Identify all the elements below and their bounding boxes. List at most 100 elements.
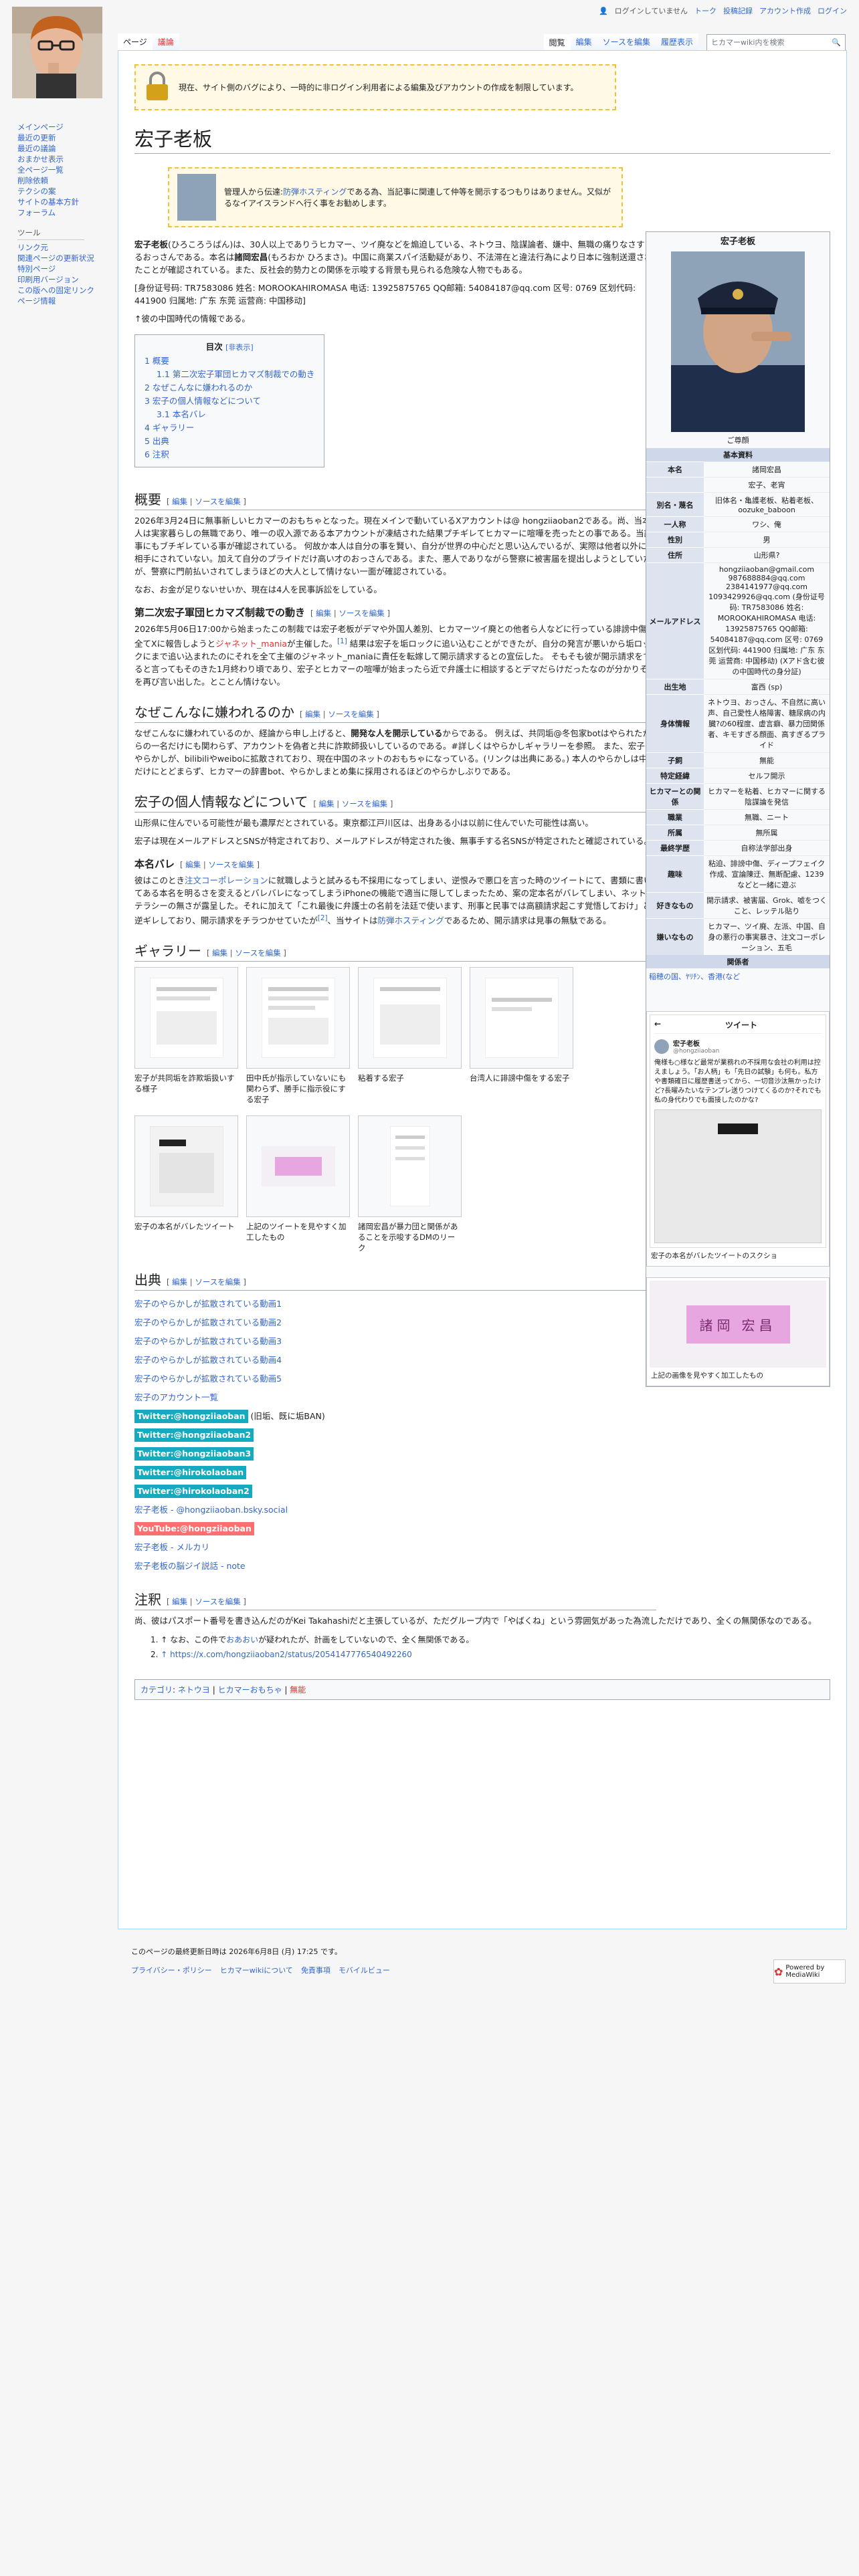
twitter-link-4[interactable]: Twitter:@hirokolaoban	[134, 1466, 247, 1480]
sidebar-item-forum[interactable]: フォーラム	[17, 207, 111, 218]
bulletproof-hosting-link[interactable]: 防弾ホスティング	[283, 187, 347, 197]
category-label[interactable]: カテゴリ	[140, 1685, 173, 1695]
source-video-3-link[interactable]: 宏子のやらかしが拡散されている動画3	[134, 1336, 282, 1346]
sidebar-item-special[interactable]: 特別ページ	[17, 263, 111, 274]
gallery-thumb[interactable]	[246, 1115, 350, 1218]
sidebar-item-print[interactable]: 印刷用バージョン	[17, 274, 111, 285]
source-video-1-link[interactable]: 宏子のやらかしが拡散されている動画1	[134, 1299, 282, 1309]
gallery-thumb[interactable]	[358, 1115, 462, 1218]
sidebar-item-permalink[interactable]: この版への固定リンク	[17, 285, 111, 296]
footer-mobile-link[interactable]: モバイルビュー	[339, 1961, 390, 1980]
sidebar-item-deletion[interactable]: 削除依頼	[17, 175, 111, 186]
source-video-2-link[interactable]: 宏子のやらかしが拡散されている動画2	[134, 1317, 282, 1327]
login-link[interactable]: ログイン	[818, 5, 847, 16]
edit-link[interactable]: 編集	[316, 609, 331, 618]
tab-edit[interactable]: 編集	[570, 33, 597, 51]
edit-source-link[interactable]: ソースを編集	[328, 710, 373, 719]
toc-item-3-1[interactable]: 3.1 本名バレ	[145, 408, 314, 421]
edit-source-link[interactable]: ソースを編集	[339, 609, 384, 618]
powered-by-mediawiki[interactable]: ✿ Powered by MediaWiki	[773, 1959, 846, 1983]
search-icon[interactable]: 🔍	[832, 38, 841, 47]
bluesky-link[interactable]: 宏子老板 - @hongziiaoban.bsky.social	[134, 1505, 288, 1515]
talk-link[interactable]: トーク	[694, 5, 717, 16]
tab-read[interactable]: 閲覧	[543, 33, 571, 51]
twitter-link-2[interactable]: Twitter:@hongziiaoban2	[134, 1428, 254, 1442]
category-item-hikamaa[interactable]: ヒカマーおもちゃ	[218, 1685, 282, 1695]
sidebar-item-random[interactable]: おまかせ表示	[17, 154, 111, 165]
source-accounts-link[interactable]: 宏子のアカウント一覧	[134, 1392, 218, 1402]
edit-source-link[interactable]: ソースを編集	[208, 860, 254, 869]
tab-history[interactable]: 履歴表示	[655, 33, 698, 51]
toc-item-5[interactable]: 5 出典	[145, 435, 314, 448]
footer-disclaimer-link[interactable]: 免責事項	[301, 1961, 330, 1980]
edit-link[interactable]: 編集	[185, 860, 201, 869]
toc-item-3[interactable]: 3 宏子の個人情報などについて	[145, 395, 314, 408]
gallery-item[interactable]: 宏子が共同垢を詐欺垢扱いする様子	[134, 967, 238, 1107]
sidebar-item-pageinfo[interactable]: ページ情報	[17, 296, 111, 306]
create-account-link[interactable]: アカウント作成	[759, 5, 811, 16]
toc-toggle[interactable]: [非表示]	[225, 343, 254, 352]
category-item-netouyo[interactable]: ネトウヨ	[178, 1685, 210, 1695]
gallery-thumb[interactable]	[470, 967, 573, 1069]
tab-discussion[interactable]: 議論	[152, 33, 179, 51]
youtube-link[interactable]: YouTube:@hongziiaoban	[134, 1522, 254, 1536]
twitter-link-5[interactable]: Twitter:@hirokolaoban2	[134, 1485, 252, 1499]
sidebar-item-allpages[interactable]: 全ページ一覧	[17, 165, 111, 175]
gallery-item[interactable]: 宏子の本名がバレたツイート	[134, 1115, 238, 1256]
chumon-corp-link[interactable]: 注文コーポレーション	[185, 875, 268, 885]
footer-about-link[interactable]: ヒカマーwikiについて	[220, 1961, 293, 1980]
sidebar-item-proposal[interactable]: テクシの案	[17, 186, 111, 197]
ref-1-link[interactable]: [1]	[337, 637, 347, 645]
toc-item-1[interactable]: 1 概要	[145, 354, 314, 368]
source-video-4-link[interactable]: 宏子のやらかしが拡散されている動画4	[134, 1355, 282, 1365]
toc-item-4[interactable]: 4 ギャラリー	[145, 421, 314, 435]
edit-link[interactable]: 編集	[305, 710, 320, 719]
gallery-thumb[interactable]	[246, 967, 350, 1069]
gallery-item[interactable]: 上記のツイートを見やすく加工したもの	[246, 1115, 350, 1256]
gallery-item[interactable]: 諸岡宏昌が暴力団と関係があることを示唆するDMのリーク	[358, 1115, 462, 1256]
toc-item-1-1[interactable]: 1.1 第二次宏子軍団ヒカマズ制裁での動き	[145, 368, 314, 381]
gallery-item[interactable]: 台湾人に誹謗中傷をする宏子	[470, 967, 573, 1107]
gallery-thumb[interactable]	[134, 1115, 238, 1218]
edit-source-link[interactable]: ソースを編集	[235, 948, 280, 958]
twitter-link-3[interactable]: Twitter:@hongziiaoban3	[134, 1447, 254, 1461]
edit-source-link[interactable]: ソースを編集	[195, 497, 240, 506]
gallery-item[interactable]: 粘着する宏子	[358, 967, 462, 1107]
bulletproof-hosting-link-2[interactable]: 防弾ホスティング	[378, 916, 444, 926]
sidebar-item-recent-discussion[interactable]: 最近の議論	[17, 143, 111, 154]
category-item-munou[interactable]: 無能	[290, 1685, 306, 1695]
edit-source-link[interactable]: ソースを編集	[342, 799, 387, 809]
twitter-link-1[interactable]: Twitter:@hongziiaoban	[134, 1410, 248, 1424]
sidebar-item-related-changes[interactable]: 関連ページの更新状況	[17, 253, 111, 263]
sidebar-item-policy[interactable]: サイトの基本方針	[17, 197, 111, 207]
edit-source-link[interactable]: ソースを編集	[195, 1597, 240, 1606]
footer-privacy-link[interactable]: プライバシー・ポリシー	[131, 1961, 212, 1980]
ref-2-link[interactable]: [2]	[318, 914, 328, 922]
contributions-link[interactable]: 投稿記録	[723, 5, 753, 16]
edit-link[interactable]: 編集	[172, 497, 187, 506]
note-2-link[interactable]: ↑ https://x.com/hongziiaoban2/status/205…	[161, 1650, 412, 1659]
infobox-related[interactable]: 稲穂の国、ﾔﾘﾁﾝ、香港(など	[646, 968, 830, 984]
note-1-link[interactable]: おあおい	[226, 1635, 258, 1644]
mercari-link[interactable]: 宏子老板 - メルカリ	[134, 1542, 209, 1552]
tab-page[interactable]: ページ	[118, 33, 153, 51]
janet-mania-link[interactable]: ジャネット_mania	[215, 639, 287, 649]
gallery-thumb[interactable]	[358, 967, 462, 1069]
sidebar-item-recent[interactable]: 最近の更新	[17, 132, 111, 143]
toc-item-6[interactable]: 6 注釈	[145, 448, 314, 461]
sidebar-item-main[interactable]: メインページ	[17, 122, 111, 132]
edit-link[interactable]: 編集	[319, 799, 335, 809]
gallery-item[interactable]: 田中氏が指示していないにも関わらず、勝手に指示役にする宏子	[246, 967, 350, 1107]
edit-link[interactable]: 編集	[172, 1597, 187, 1606]
tab-edit-source[interactable]: ソースを編集	[597, 33, 656, 51]
toc-item-2[interactable]: 2 なぜこんなに嫌われるのか	[145, 381, 314, 395]
site-logo[interactable]	[12, 7, 102, 98]
note-link[interactable]: 宏子老板の脳ジイ説話 - note	[134, 1561, 246, 1571]
edit-source-link[interactable]: ソースを編集	[195, 1277, 240, 1287]
source-video-5-link[interactable]: 宏子のやらかしが拡散されている動画5	[134, 1374, 282, 1384]
search-input[interactable]: ヒカマーwiki内を検索 🔍	[706, 33, 846, 51]
sidebar-item-whatlinks[interactable]: リンク元	[17, 242, 111, 253]
edit-link[interactable]: 編集	[172, 1277, 187, 1287]
edit-link[interactable]: 編集	[212, 948, 227, 958]
gallery-thumb[interactable]	[134, 967, 238, 1069]
